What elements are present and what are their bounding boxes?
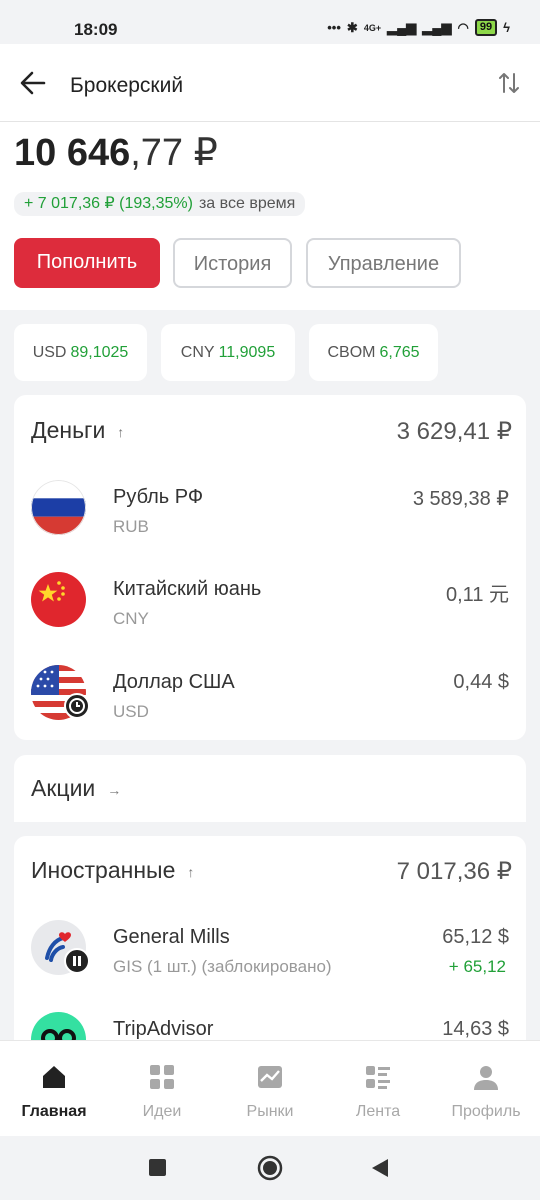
pause-icon bbox=[64, 948, 90, 974]
bluetooth-icon: ✱ bbox=[346, 19, 358, 35]
item-name: Доллар США bbox=[113, 671, 235, 693]
charging-icon: ϟ bbox=[503, 20, 510, 35]
item-amount: 65,12 $ bbox=[442, 926, 509, 948]
signal-icon: ▂▄▆ bbox=[387, 19, 417, 35]
foreign-section-title[interactable]: Иностранные ↑ bbox=[31, 857, 194, 884]
arrow-right-icon: → bbox=[107, 781, 122, 798]
history-button[interactable]: История bbox=[173, 238, 292, 288]
status-icons: ••• ✱ 4G+ ▂▄▆ ▂▄▆ ◠ 99 ϟ bbox=[327, 19, 510, 36]
tab-feed[interactable]: Лента bbox=[324, 1041, 432, 1137]
list-item-cny[interactable]: Китайский юань CNY 0,11 元 bbox=[14, 572, 526, 662]
tab-label: Идеи bbox=[142, 1103, 182, 1120]
item-code: RUB bbox=[113, 517, 149, 536]
list-item-rub[interactable]: Рубль РФ RUB 3 589,38 ₽ bbox=[14, 480, 526, 570]
chart-icon bbox=[258, 1066, 282, 1088]
china-flag-icon bbox=[31, 572, 86, 627]
item-name: TripAdvisor bbox=[113, 1018, 214, 1040]
app-header: Брокерский bbox=[0, 44, 540, 122]
rate-code: CNY bbox=[180, 344, 215, 361]
item-name: Китайский юань bbox=[113, 578, 262, 600]
page-title: Брокерский bbox=[70, 74, 184, 97]
item-name: Рубль РФ bbox=[113, 486, 204, 508]
topup-button[interactable]: Пополнить bbox=[14, 238, 160, 288]
list-item-general-mills[interactable]: General Mills GIS (1 шт.) (заблокировано… bbox=[14, 920, 526, 1010]
back-triangle-icon[interactable] bbox=[371, 1158, 389, 1178]
balance-integer: 10 646 bbox=[14, 132, 131, 174]
all-time-change: + 7 017,36 ₽ (193,35%) за все время bbox=[14, 192, 306, 216]
manage-button[interactable]: Управление bbox=[306, 238, 461, 288]
stocks-title-text: Акции bbox=[31, 775, 96, 801]
stocks-section-title: Акции → bbox=[31, 775, 121, 802]
battery-icon: 99 bbox=[474, 19, 498, 36]
money-card: Деньги ↑ 3 629,41 ₽ Рубль РФ RUB 3 589,38… bbox=[14, 395, 526, 740]
arrow-up-icon: ↑ bbox=[187, 863, 195, 880]
item-amount: 0,11 元 bbox=[446, 584, 509, 606]
more-dots-icon: ••• bbox=[327, 20, 341, 35]
status-time: 18:09 bbox=[74, 20, 118, 39]
home-icon bbox=[43, 1066, 65, 1088]
feed-icon bbox=[366, 1066, 390, 1089]
money-total: 3 629,41 ₽ bbox=[396, 418, 512, 445]
recents-icon[interactable] bbox=[149, 1159, 166, 1176]
grid-icon bbox=[150, 1065, 174, 1089]
network-type-icon: 4G+ bbox=[363, 22, 382, 33]
rate-chip-cny[interactable]: CNY 11,9095 bbox=[161, 324, 295, 381]
russia-flag-icon bbox=[31, 480, 86, 535]
change-label: за все время bbox=[198, 195, 296, 212]
tab-label: Лента bbox=[355, 1103, 401, 1120]
rate-code: CBOM bbox=[327, 344, 376, 361]
item-code: USD bbox=[113, 702, 149, 721]
rate-value: 6,765 bbox=[379, 344, 420, 361]
rate-code: USD bbox=[32, 344, 67, 361]
item-gain: + 65,12 bbox=[448, 957, 506, 976]
change-value: + 7 017,36 ₽ (193,35%) bbox=[24, 195, 193, 212]
item-name: General Mills bbox=[113, 926, 230, 948]
rate-value: 11,9095 bbox=[218, 344, 276, 361]
item-amount: 3 589,38 ₽ bbox=[412, 488, 509, 510]
money-title-text: Деньги bbox=[31, 417, 106, 443]
signal-2-icon: ▂▄▆ bbox=[422, 19, 452, 35]
item-amount: 14,63 $ bbox=[442, 1018, 509, 1040]
wifi-icon: ◠ bbox=[457, 19, 469, 35]
tripadvisor-logo-icon bbox=[31, 1012, 86, 1040]
rate-chip-cbom[interactable]: CBOM 6,765 bbox=[309, 324, 438, 381]
rate-chip-usd[interactable]: USD 89,1025 bbox=[14, 324, 147, 381]
sort-icon[interactable] bbox=[498, 70, 520, 96]
list-item-usd[interactable]: Доллар США USD 0,44 $ bbox=[14, 665, 526, 755]
profile-icon bbox=[474, 1066, 498, 1090]
foreign-total: 7 017,36 ₽ bbox=[396, 858, 512, 885]
arrow-up-icon: ↑ bbox=[117, 423, 125, 440]
money-section-title[interactable]: Деньги ↑ bbox=[31, 417, 124, 444]
tab-label: Профиль bbox=[451, 1103, 521, 1120]
tab-profile[interactable]: Профиль bbox=[432, 1041, 540, 1137]
rate-value: 89,1025 bbox=[70, 344, 129, 361]
status-bar: 18:09 ••• ✱ 4G+ ▂▄▆ ▂▄▆ ◠ 99 ϟ bbox=[0, 0, 540, 44]
stocks-card[interactable]: Акции → bbox=[14, 755, 526, 822]
item-amount: 0,44 $ bbox=[453, 671, 509, 693]
foreign-title-text: Иностранные bbox=[31, 857, 176, 883]
back-arrow-icon[interactable] bbox=[20, 70, 46, 96]
clock-icon bbox=[64, 693, 90, 719]
home-circle-icon[interactable] bbox=[257, 1155, 283, 1181]
tab-label: Рынки bbox=[246, 1103, 294, 1120]
tab-home[interactable]: Главная bbox=[0, 1041, 108, 1137]
balance-decimal: ,77 ₽ bbox=[130, 132, 218, 174]
bottom-tab-bar: Главная Идеи Рынки Лента Профиль bbox=[0, 1040, 540, 1136]
item-sub: GIS (1 шт.) (заблокировано) bbox=[113, 957, 332, 976]
system-nav-bar bbox=[0, 1136, 540, 1200]
tab-markets[interactable]: Рынки bbox=[216, 1041, 324, 1137]
portfolio-balance: 10 646,77 ₽ bbox=[14, 130, 218, 175]
tab-ideas[interactable]: Идеи bbox=[108, 1041, 216, 1137]
list-item-tripadvisor[interactable]: TripAdvisor 14,63 $ bbox=[14, 1012, 526, 1040]
tab-label: Главная bbox=[21, 1103, 87, 1120]
foreign-card: Иностранные ↑ 7 017,36 ₽ General Mills GI… bbox=[14, 836, 526, 1040]
item-code: CNY bbox=[113, 609, 149, 628]
